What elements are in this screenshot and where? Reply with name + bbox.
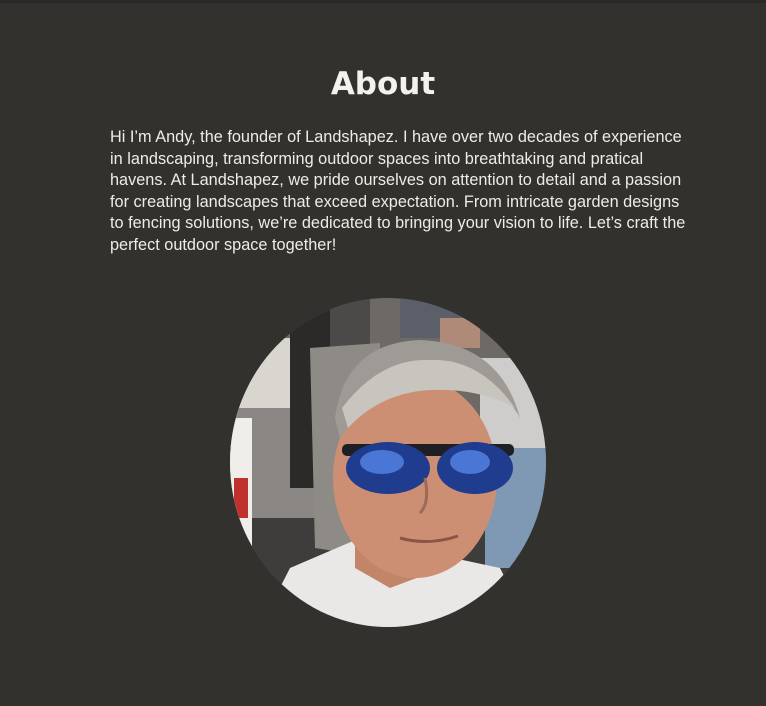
about-section: About Hi I’m Andy, the founder of Landsh… <box>0 0 766 706</box>
page-title: About <box>330 66 436 102</box>
top-divider <box>0 0 766 3</box>
portrait-illustration <box>230 298 546 627</box>
about-bio-text: Hi I’m Andy, the founder of Landshapez. … <box>110 128 686 254</box>
portrait-photo <box>230 298 546 627</box>
